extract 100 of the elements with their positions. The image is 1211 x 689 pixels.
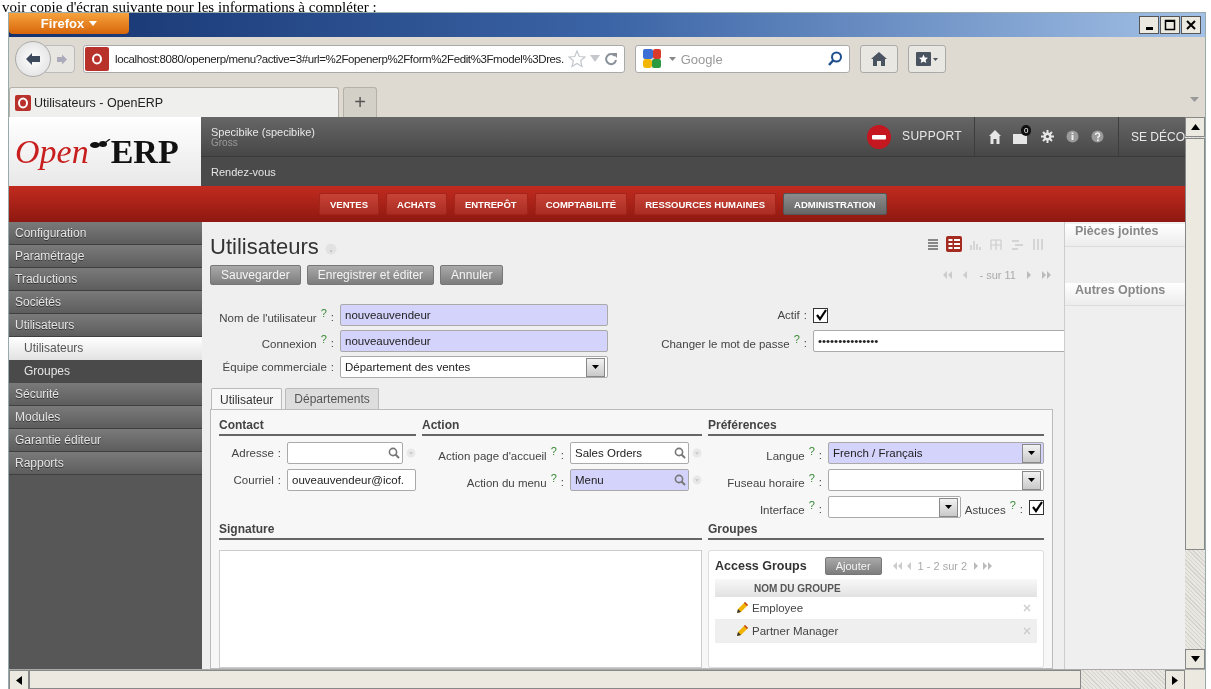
text-field[interactable]: nouveauvendeur xyxy=(340,304,608,326)
action-button[interactable]: Sauvegarder xyxy=(210,265,301,285)
menu-tab[interactable]: ENTREPÔT xyxy=(453,193,528,215)
dropdown-button[interactable] xyxy=(938,497,958,517)
search-field[interactable]: Google xyxy=(634,45,850,73)
lookup-field[interactable]: Menu xyxy=(570,469,689,491)
form-view-icon[interactable] xyxy=(946,236,962,252)
help-mark[interactable]: ? xyxy=(1009,498,1016,511)
text-field[interactable]: nouveauvendeur xyxy=(340,330,608,352)
section-title: Groupes xyxy=(708,518,1044,540)
panel-header[interactable]: Pièces jointes xyxy=(1065,224,1185,247)
dropdown-field[interactable] xyxy=(828,469,1044,491)
dropdown-field[interactable]: Département des ventes xyxy=(340,356,608,378)
add-button[interactable]: Ajouter xyxy=(824,557,882,575)
text-field[interactable]: ••••••••••••••• xyxy=(813,330,1064,352)
help-mark[interactable]: ? xyxy=(320,306,327,319)
home-icon xyxy=(869,51,888,67)
last-page-icon[interactable] xyxy=(1042,271,1052,279)
menu-tab[interactable]: COMPTABILITÉ xyxy=(534,193,628,215)
help-mark[interactable]: ? xyxy=(550,471,557,484)
scrollbar-thumb[interactable] xyxy=(29,670,1081,689)
action-button[interactable]: Enregistrer et éditer xyxy=(306,265,435,285)
scroll-up-button[interactable] xyxy=(1185,117,1205,137)
dropdown-button[interactable] xyxy=(1022,443,1041,463)
action-button[interactable]: Annuler xyxy=(440,265,504,285)
lookup-field[interactable]: Sales Orders xyxy=(570,442,689,464)
menu-tab[interactable]: ADMINISTRATION xyxy=(783,193,887,215)
sidebar-item[interactable]: Rapports xyxy=(9,452,202,475)
signature-field[interactable] xyxy=(219,550,702,668)
form-tab[interactable]: Utilisateur xyxy=(211,388,283,410)
help-mark[interactable]: ? xyxy=(793,332,800,345)
checkbox[interactable] xyxy=(1029,499,1044,515)
sidebar-subitem[interactable]: Utilisateurs xyxy=(9,337,202,360)
help-mark[interactable]: ? xyxy=(808,498,815,511)
last-page-icon[interactable] xyxy=(983,562,994,570)
scroll-down-button[interactable] xyxy=(1185,649,1205,669)
pencil-icon[interactable] xyxy=(735,624,749,638)
panel-header[interactable]: Autres Options xyxy=(1065,283,1185,306)
logo[interactable]: Open ERP xyxy=(9,117,201,186)
info-icon[interactable] xyxy=(1066,130,1079,143)
help-mark[interactable]: ? xyxy=(550,444,557,457)
menu-tab[interactable]: ACHATS xyxy=(386,193,447,215)
tab-list-caret-icon[interactable] xyxy=(1190,97,1199,103)
first-page-icon[interactable] xyxy=(891,562,902,570)
maximize-button[interactable] xyxy=(1160,16,1180,34)
help-mark[interactable]: ? xyxy=(808,444,815,457)
horizontal-scrollbar[interactable] xyxy=(9,669,1205,689)
logout-link[interactable]: SE DÉCO xyxy=(1119,129,1185,144)
sidebar-item[interactable]: Traductions xyxy=(9,268,202,291)
dropdown-button[interactable] xyxy=(1022,470,1041,490)
address-bar[interactable]: localhost:8080/openerp/menu?active=3#url=%2Fopenerp%2Fform%2Fedit%3Fmodel%3Dres. xyxy=(83,45,625,73)
sidebar-item[interactable]: Garantie éditeur xyxy=(9,429,202,452)
scrollbar-thumb[interactable] xyxy=(1185,138,1205,550)
sidebar-item[interactable]: Sociétés xyxy=(9,291,202,314)
dropdown-button[interactable] xyxy=(586,357,605,377)
browser-tab[interactable]: Utilisateurs - OpenERP xyxy=(9,87,339,117)
firefox-menu-button[interactable]: Firefox xyxy=(9,13,129,34)
settings-icon[interactable] xyxy=(1041,130,1054,143)
sidebar-subitem[interactable]: Groupes xyxy=(9,360,202,383)
menu-tab[interactable]: RESSOURCES HUMAINES xyxy=(634,193,776,215)
table-row[interactable]: Partner Manager xyxy=(715,620,1037,643)
text-field[interactable]: ouveauvendeur@icof. xyxy=(287,469,416,491)
user-name: Gross xyxy=(211,137,238,148)
delete-icon[interactable] xyxy=(1023,604,1031,612)
field-label: Nom de l'utilisateur xyxy=(219,311,317,324)
checkbox[interactable] xyxy=(813,307,828,323)
sidebar-item[interactable]: Configuration xyxy=(9,222,202,245)
label-colon: : xyxy=(330,337,334,350)
help-mark[interactable]: ? xyxy=(808,471,815,484)
reload-icon xyxy=(603,52,618,66)
new-tab-button[interactable]: + xyxy=(343,87,377,117)
shortcut-link[interactable]: Rendez-vous xyxy=(201,165,276,178)
form-tab[interactable]: Départements xyxy=(285,388,379,409)
vertical-scrollbar[interactable] xyxy=(1185,117,1205,669)
help-icon[interactable] xyxy=(1091,130,1104,143)
bookmarks-button[interactable] xyxy=(907,45,946,73)
next-page-icon[interactable] xyxy=(1026,271,1032,279)
pencil-icon[interactable] xyxy=(735,601,749,615)
help-mark[interactable]: ? xyxy=(320,332,327,345)
close-button[interactable] xyxy=(1181,16,1201,34)
no-entry-icon[interactable] xyxy=(866,123,893,150)
scroll-right-button[interactable] xyxy=(1165,670,1185,689)
back-button[interactable] xyxy=(15,41,51,77)
sidebar-item[interactable]: Paramétrage xyxy=(9,245,202,268)
scroll-left-button[interactable] xyxy=(9,670,29,689)
envelope-icon[interactable] xyxy=(1013,131,1029,144)
sidebar-item[interactable]: Sécurité xyxy=(9,383,202,406)
home-button[interactable] xyxy=(859,45,898,73)
support-link[interactable]: SUPPORT xyxy=(902,117,975,156)
menu-tab[interactable]: VENTES xyxy=(319,193,379,215)
next-page-icon[interactable] xyxy=(973,562,980,570)
sidebar-item[interactable]: Modules xyxy=(9,406,202,429)
home-icon[interactable] xyxy=(989,129,1001,144)
sidebar-item[interactable]: Utilisateurs xyxy=(9,314,202,337)
lookup-field[interactable] xyxy=(287,442,403,464)
dropdown-field[interactable]: French / Français xyxy=(828,442,1044,464)
previous-page-icon[interactable] xyxy=(905,562,912,570)
minimize-button[interactable] xyxy=(1139,16,1159,34)
dropdown-field[interactable] xyxy=(828,496,961,518)
list-view-icon[interactable] xyxy=(925,236,941,252)
